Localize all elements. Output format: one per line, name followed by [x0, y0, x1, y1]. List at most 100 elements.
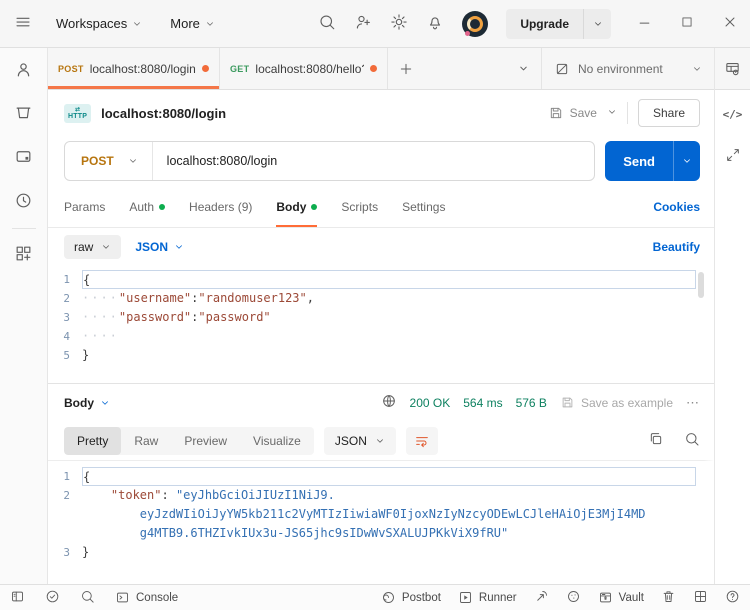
expand-panel-icon[interactable]: [725, 147, 741, 166]
sidebar-user-icon[interactable]: [0, 48, 47, 90]
runner-label: Runner: [479, 592, 517, 604]
console-button[interactable]: Console: [115, 590, 178, 605]
chevron-down-icon: [101, 242, 111, 252]
environment-quick-look-icon[interactable]: [715, 48, 750, 90]
connection-status-icon[interactable]: [45, 589, 60, 607]
help-icon[interactable]: [725, 589, 740, 607]
tab-auth[interactable]: Auth: [129, 186, 165, 227]
language-selector[interactable]: JSON: [135, 240, 184, 254]
vault-label: Vault: [619, 592, 644, 604]
tab-method-label: GET: [230, 64, 249, 74]
environment-selector[interactable]: No environment: [542, 48, 714, 89]
code-snippet-icon[interactable]: </>: [723, 108, 743, 121]
invite-user-icon[interactable]: [354, 13, 372, 34]
upgrade-label: Upgrade: [506, 17, 583, 31]
search-icon[interactable]: [318, 13, 336, 34]
user-avatar[interactable]: [462, 11, 488, 37]
vault-button[interactable]: Vault: [598, 590, 644, 605]
tab-body[interactable]: Body: [276, 186, 317, 227]
line-number: 1: [48, 273, 82, 286]
view-preview-button[interactable]: Preview: [171, 427, 240, 455]
tab-list-caret[interactable]: [506, 48, 542, 89]
line-number: 3: [48, 311, 82, 324]
response-language-selector[interactable]: JSON: [324, 427, 396, 455]
view-pretty-button[interactable]: Pretty: [64, 427, 121, 455]
url-input-container: POST localhost:8080/login: [64, 141, 595, 181]
tab-scripts[interactable]: Scripts: [341, 186, 378, 227]
view-raw-button[interactable]: Raw: [121, 427, 171, 455]
sidebar-bin-icon[interactable]: [0, 90, 47, 134]
response-time[interactable]: 564 ms: [463, 396, 502, 410]
line-number: 2: [48, 489, 82, 502]
body-enabled-dot: [311, 204, 317, 210]
share-button[interactable]: Share: [638, 99, 700, 127]
cookies-link[interactable]: Cookies: [653, 200, 700, 214]
network-globe-icon[interactable]: [381, 393, 397, 412]
save-options-caret[interactable]: [607, 106, 617, 120]
cookies-icon[interactable]: [566, 589, 581, 607]
tab-settings[interactable]: Settings: [402, 186, 445, 227]
response-body-viewer[interactable]: 1 { 2 "token": "eyJhbGciOiJIUzI1NiJ9. ey…: [48, 460, 714, 584]
send-label: Send: [605, 141, 673, 181]
body-options-row: raw JSON Beautify: [48, 228, 714, 266]
split-panes-icon[interactable]: [693, 589, 708, 607]
beautify-link[interactable]: Beautify: [653, 240, 700, 254]
chevron-down-icon: [174, 242, 184, 252]
response-body-selector[interactable]: Body: [64, 396, 110, 410]
tab-title: localhost:8080/hello?To: [255, 62, 364, 76]
window-close-button[interactable]: [722, 14, 738, 33]
more-options-icon[interactable]: ⋯: [686, 395, 700, 411]
line-number: 2: [48, 292, 82, 305]
trash-icon[interactable]: [661, 589, 676, 607]
tab-params[interactable]: Params: [64, 186, 105, 227]
upgrade-button[interactable]: Upgrade: [506, 9, 611, 39]
response-language-label: JSON: [335, 434, 367, 448]
sidebar-inbox-icon[interactable]: [0, 134, 47, 178]
request-tab-hello[interactable]: GET localhost:8080/hello?To: [220, 48, 388, 89]
more-menu[interactable]: More: [170, 16, 215, 31]
chevron-down-icon: [375, 436, 385, 446]
upgrade-caret[interactable]: [583, 9, 611, 39]
postbot-button[interactable]: Postbot: [381, 590, 441, 605]
new-tab-button[interactable]: [388, 48, 424, 89]
word-wrap-toggle[interactable]: [406, 427, 438, 455]
url-input[interactable]: localhost:8080/login: [153, 154, 292, 168]
copy-icon[interactable]: [648, 431, 664, 450]
response-size[interactable]: 576 B: [516, 396, 547, 410]
request-url-row: POST localhost:8080/login Send: [48, 136, 714, 186]
main-menu-icon[interactable]: [14, 13, 32, 34]
runner-button[interactable]: Runner: [458, 590, 517, 605]
body-type-selector[interactable]: raw: [64, 235, 121, 259]
settings-gear-icon[interactable]: [390, 13, 408, 34]
window-maximize-button[interactable]: [680, 15, 694, 32]
save-as-example-button[interactable]: Save as example: [560, 395, 673, 410]
editor-scrollbar[interactable]: [698, 272, 704, 298]
viewer-line: 2 "token": "eyJhbGciOiJIUzI1NiJ9.: [48, 486, 704, 505]
tab-headers[interactable]: Headers (9): [189, 186, 252, 227]
find-icon[interactable]: [80, 589, 95, 607]
send-button[interactable]: Send: [605, 141, 700, 181]
save-button[interactable]: Save: [548, 105, 597, 121]
request-tab-login[interactable]: POST localhost:8080/login: [48, 48, 220, 89]
window-minimize-button[interactable]: [637, 15, 652, 33]
tab-strip-spacer: [424, 48, 506, 89]
save-as-example-label: Save as example: [581, 396, 673, 410]
toggle-sidebar-icon[interactable]: [10, 589, 25, 607]
console-label: Console: [136, 592, 178, 604]
right-icon-rail: </>: [714, 48, 750, 584]
editor-line: 4 ····: [48, 327, 704, 346]
runner-icon: [458, 590, 473, 605]
send-options-caret[interactable]: [673, 141, 700, 181]
sidebar-new-icon[interactable]: [0, 235, 47, 271]
method-selector[interactable]: POST: [65, 154, 152, 168]
status-code[interactable]: 200 OK: [410, 396, 451, 410]
search-response-icon[interactable]: [684, 431, 700, 450]
http-protocol-badge: ⇄HTTP: [64, 104, 91, 123]
request-body-editor[interactable]: 1 { 2 ····"username":"randomuser123", 3 …: [48, 266, 714, 383]
sidebar-history-icon[interactable]: [0, 178, 47, 222]
language-label: JSON: [135, 240, 168, 254]
view-visualize-button[interactable]: Visualize: [240, 427, 314, 455]
notifications-bell-icon[interactable]: [426, 13, 444, 34]
workspaces-menu[interactable]: Workspaces: [56, 16, 142, 31]
capture-requests-icon[interactable]: [534, 589, 549, 607]
